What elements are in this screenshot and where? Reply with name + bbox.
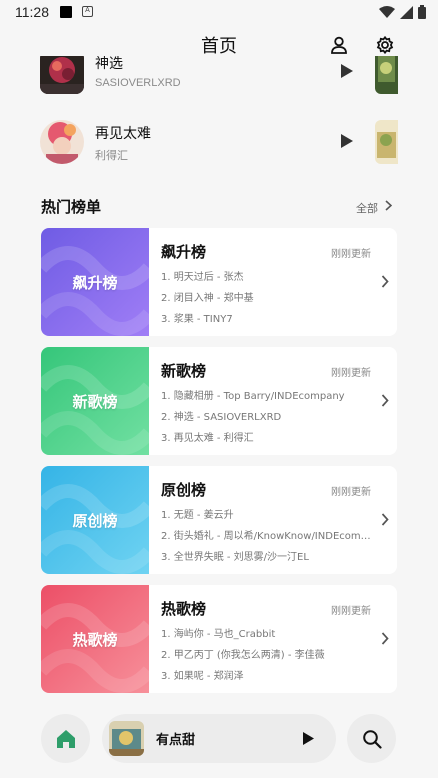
- chevron-right-icon[interactable]: [381, 275, 389, 288]
- song-cover: [40, 120, 84, 164]
- signal-icon: [400, 5, 413, 19]
- chart-entry: 3. 再见太难 - 利得汇: [161, 433, 254, 444]
- chart-title: 原创榜: [161, 481, 207, 499]
- chart-cover-label: 热歌榜: [72, 630, 118, 649]
- song-cover: [40, 56, 84, 94]
- chart-cover-label: 飙升榜: [72, 273, 118, 292]
- chart-cover: 飙升榜: [41, 228, 149, 336]
- section-title: 热门榜单: [41, 198, 102, 216]
- hot-charts-header: 热门榜单 全部: [40, 196, 398, 218]
- wifi-icon: [379, 5, 395, 18]
- home-icon: [56, 729, 75, 748]
- notification-letter-icon: A: [82, 6, 93, 17]
- chart-updated: 刚刚更新: [331, 606, 371, 617]
- chart-entry: 1. 隐藏相册 - Top Barry/INDEcompany: [161, 391, 345, 402]
- search-icon: [362, 729, 382, 749]
- person-icon: [331, 36, 347, 54]
- chart-cover: 新歌榜: [41, 347, 149, 455]
- song-artist: SASIOVERLXRD: [95, 77, 181, 89]
- chart-entry: 3. 全世界失眠 - 刘思雾/沙一汀EL: [161, 552, 309, 563]
- chart-entry: 1. 明天过后 - 张杰: [161, 272, 244, 283]
- mini-player[interactable]: 有点甜: [102, 714, 336, 763]
- chart-title: 热歌榜: [161, 600, 207, 618]
- view-all-link[interactable]: 全部: [356, 200, 378, 216]
- song-title: 再见太难: [95, 126, 151, 142]
- song-artist: 利得汇: [95, 150, 128, 162]
- chart-entry: 3. 浆果 - TINY7: [161, 314, 233, 325]
- list-item[interactable]: 神选 SASIOVERLXRD: [40, 56, 398, 96]
- song-thumbnail: [375, 120, 398, 164]
- chart-cover: 原创榜: [41, 466, 149, 574]
- chevron-right-icon[interactable]: [385, 200, 392, 211]
- play-icon[interactable]: [302, 731, 315, 746]
- player-cover: [109, 721, 144, 756]
- list-item[interactable]: 再见太难 利得汇: [40, 120, 398, 166]
- chevron-right-icon[interactable]: [381, 394, 389, 407]
- song-thumbnail: [375, 56, 398, 94]
- chart-cover-label: 原创榜: [72, 511, 118, 530]
- player-song-title: 有点甜: [156, 733, 196, 748]
- search-button[interactable]: [347, 714, 396, 763]
- chart-updated: 刚刚更新: [331, 487, 371, 498]
- battery-icon: [418, 5, 426, 19]
- play-icon[interactable]: [340, 133, 354, 149]
- bottom-bar: 有点甜: [0, 705, 438, 778]
- chart-card[interactable]: 原创榜 原创榜 刚刚更新 1. 无题 - 姜云升 2. 街头婚礼 - 周以希/K…: [41, 466, 397, 574]
- chart-cover-label: 新歌榜: [72, 392, 118, 411]
- chart-updated: 刚刚更新: [331, 368, 371, 379]
- gear-icon: [376, 35, 394, 55]
- chart-card[interactable]: 新歌榜 新歌榜 刚刚更新 1. 隐藏相册 - Top Barry/INDEcom…: [41, 347, 397, 455]
- chart-entry: 3. 如果呢 - 郑润泽: [161, 671, 244, 682]
- chart-entry: 1. 海屿你 - 马也_Crabbit: [161, 629, 276, 640]
- song-title: 神选: [95, 56, 123, 72]
- chart-updated: 刚刚更新: [331, 249, 371, 260]
- chart-card[interactable]: 飙升榜 飙升榜 刚刚更新 1. 明天过后 - 张杰 2. 闭目入神 - 郑中基 …: [41, 228, 397, 336]
- chevron-right-icon[interactable]: [381, 632, 389, 645]
- chart-entry: 2. 神选 - SASIOVERLXRD: [161, 412, 282, 423]
- chart-entry: 1. 无题 - 姜云升: [161, 510, 234, 521]
- chart-entry: 2. 街头婚礼 - 周以希/KnowKnow/INDEcompany: [161, 531, 373, 542]
- chart-entry: 2. 闭目入神 - 郑中基: [161, 293, 254, 304]
- chevron-right-icon[interactable]: [381, 513, 389, 526]
- home-button[interactable]: [41, 714, 90, 763]
- profile-button[interactable]: [326, 32, 352, 58]
- chart-title: 新歌榜: [161, 362, 207, 380]
- play-icon[interactable]: [340, 63, 354, 79]
- chart-title: 飙升榜: [161, 243, 207, 261]
- chart-cover: 热歌榜: [41, 585, 149, 693]
- status-time: 11:28: [15, 4, 49, 20]
- notification-icon: [60, 6, 72, 18]
- settings-button[interactable]: [372, 32, 398, 58]
- chart-card[interactable]: 热歌榜 热歌榜 刚刚更新 1. 海屿你 - 马也_Crabbit 2. 甲乙丙丁…: [41, 585, 397, 693]
- status-bar: 11:28 A: [0, 0, 438, 26]
- chart-entry: 2. 甲乙丙丁 (你我怎么两清) - 李佳薇: [161, 650, 325, 661]
